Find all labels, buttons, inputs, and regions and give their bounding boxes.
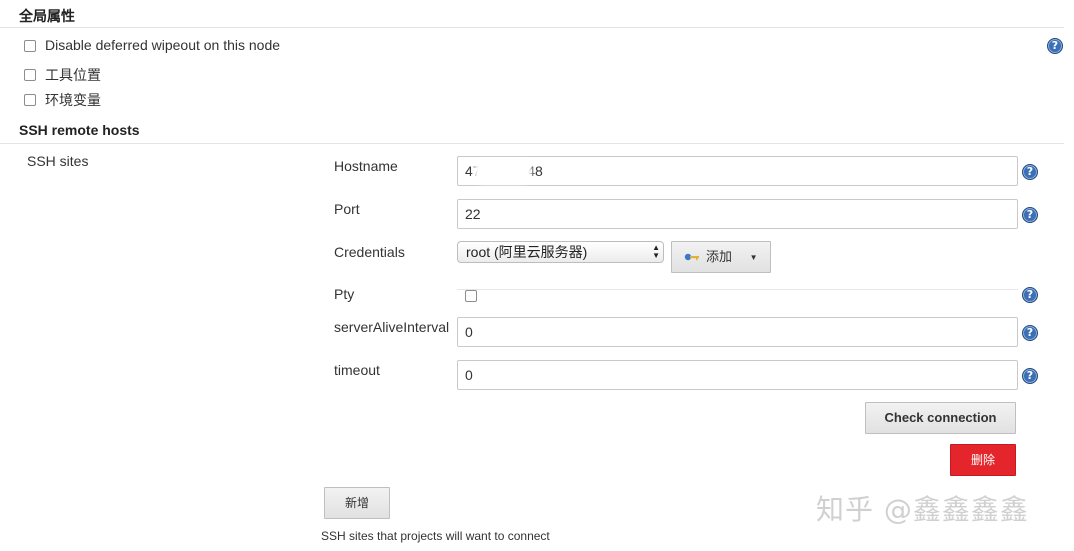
hostname-label: Hostname [334,158,398,174]
timeout-value: 0 [465,367,473,383]
env-vars-checkbox[interactable] [24,94,36,106]
credentials-label: Credentials [334,244,405,260]
help-icon[interactable]: ? [1022,368,1038,384]
tool-locations-checkbox[interactable] [24,69,36,81]
credentials-select[interactable]: root (阿里云服务器) ▲ ▼ [457,241,664,263]
help-icon[interactable]: ? [1022,287,1038,303]
port-label: Port [334,201,360,217]
pty-label: Pty [334,286,355,302]
disable-wipeout-label: Disable deferred wipeout on this node [45,37,281,53]
port-value: 22 [465,206,481,222]
key-icon [684,243,700,273]
section-title-ssh: SSH remote hosts [19,122,140,138]
server-alive-interval-value: 0 [465,324,473,340]
section-divider [0,143,1064,144]
server-alive-interval-input[interactable]: 0 [457,317,1018,347]
credentials-value: root (阿里云服务器) [466,244,588,260]
pty-field-divider [457,289,1018,290]
check-connection-button[interactable]: Check connection [865,402,1016,434]
port-input[interactable]: 22 [457,199,1018,229]
add-credentials-button[interactable]: 添加 ▼ [671,241,771,273]
timeout-input[interactable]: 0 [457,360,1018,390]
server-alive-interval-label: serverAliveInterval [334,319,450,335]
add-credentials-label: 添加 [706,249,733,264]
watermark: 知乎 @鑫鑫鑫鑫 [816,493,1029,526]
tool-locations-label: 工具位置 [45,67,101,83]
ssh-sites-description: SSH sites that projects will want to con… [321,529,550,543]
help-icon[interactable]: ? [1022,164,1038,180]
select-arrows-icon: ▲ ▼ [652,243,660,260]
add-site-button[interactable]: 新增 [324,487,390,519]
section-title-global: 全局属性 [19,8,75,24]
env-vars-label: 环境变量 [45,92,101,108]
section-divider [0,27,1064,28]
delete-button[interactable]: 删除 [950,444,1016,476]
pty-checkbox[interactable] [465,290,477,302]
ssh-sites-label: SSH sites [27,153,89,169]
hostname-input[interactable]: 47. .148 [457,156,1018,186]
help-icon[interactable]: ? [1022,325,1038,341]
dropdown-caret-icon: ▼ [749,252,758,262]
timeout-label: timeout [334,362,380,378]
help-icon[interactable]: ? [1022,207,1038,223]
disable-wipeout-checkbox[interactable] [24,40,36,52]
redacted-region [478,164,528,180]
help-icon[interactable]: ? [1047,38,1063,54]
